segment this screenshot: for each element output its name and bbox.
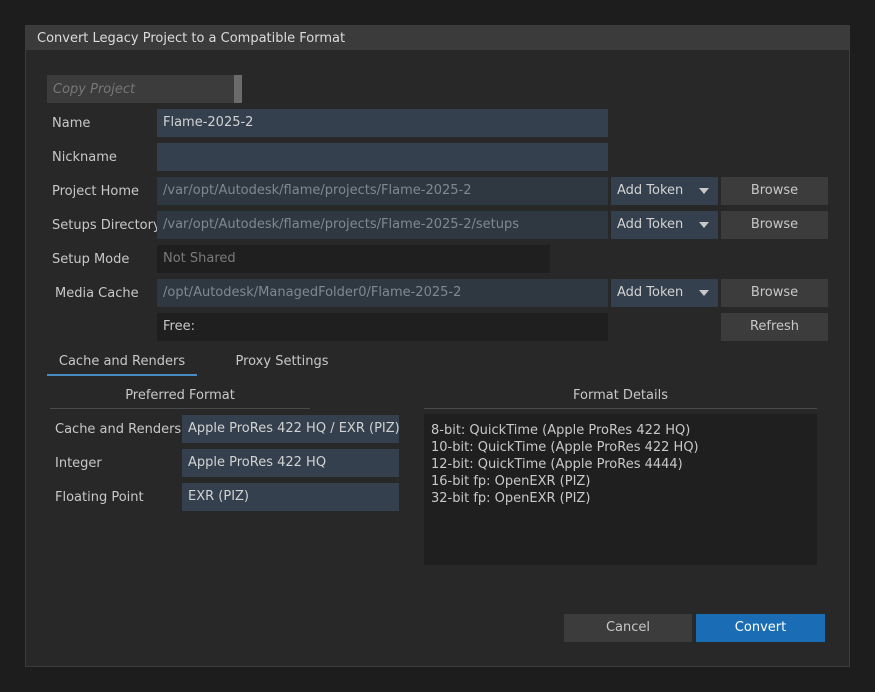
format-detail-line: 32-bit fp: OpenEXR (PIZ): [431, 491, 591, 506]
dropdown-handle[interactable]: [234, 75, 242, 103]
setup-mode-field[interactable]: Not Shared: [157, 245, 550, 273]
free-space-field: Free:: [157, 313, 608, 341]
format-details-heading: Format Details: [572, 388, 668, 403]
floating-point-format-field[interactable]: EXR (PIZ): [182, 483, 399, 511]
setups-directory-label: Setups Directory: [52, 218, 161, 233]
add-token-label: Add Token: [617, 217, 684, 232]
copy-project-dropdown[interactable]: Copy Project: [47, 75, 242, 103]
copy-project-placeholder: Copy Project: [53, 82, 136, 97]
cancel-button[interactable]: Cancel: [564, 614, 692, 642]
project-home-browse-button[interactable]: Browse: [721, 177, 828, 205]
integer-format-field[interactable]: Apple ProRes 422 HQ: [182, 449, 399, 477]
project-home-field[interactable]: /var/opt/Autodesk/flame/projects/Flame-2…: [157, 177, 608, 205]
setups-directory-browse-button[interactable]: Browse: [721, 211, 828, 239]
format-detail-line: 8-bit: QuickTime (Apple ProRes 422 HQ): [431, 423, 691, 438]
setups-directory-field[interactable]: /var/opt/Autodesk/flame/projects/Flame-2…: [157, 211, 608, 239]
format-details-divider: [424, 408, 817, 409]
setups-directory-add-token-dropdown[interactable]: Add Token: [611, 211, 718, 239]
name-field[interactable]: Flame-2025-2: [157, 109, 608, 137]
setup-mode-label: Setup Mode: [52, 252, 130, 267]
tab-proxy-settings[interactable]: Proxy Settings: [207, 349, 357, 375]
active-tab-indicator: [47, 374, 197, 376]
add-token-label: Add Token: [617, 285, 684, 300]
media-cache-browse-button[interactable]: Browse: [721, 279, 828, 307]
free-space-label: Free:: [163, 319, 195, 334]
dialog-title: Convert Legacy Project to a Compatible F…: [37, 31, 346, 46]
nickname-field[interactable]: [157, 143, 608, 171]
name-label: Name: [52, 116, 91, 131]
project-home-add-token-dropdown[interactable]: Add Token: [611, 177, 718, 205]
dialog-title-bar: Convert Legacy Project to a Compatible F…: [26, 26, 849, 50]
refresh-button[interactable]: Refresh: [721, 313, 828, 341]
cache-renders-format-field[interactable]: Apple ProRes 422 HQ / EXR (PIZ): [182, 415, 399, 443]
chevron-down-icon: [699, 290, 709, 296]
media-cache-label: Media Cache: [55, 286, 139, 301]
preferred-format-divider: [50, 408, 310, 409]
add-token-label: Add Token: [617, 183, 684, 198]
media-cache-add-token-dropdown[interactable]: Add Token: [611, 279, 718, 307]
cache-renders-format-label: Cache and Renders: [55, 422, 182, 437]
tab-cache-and-renders[interactable]: Cache and Renders: [47, 349, 197, 375]
project-home-label: Project Home: [52, 184, 140, 199]
floating-point-format-label: Floating Point: [55, 490, 144, 505]
format-detail-line: 16-bit fp: OpenEXR (PIZ): [431, 474, 591, 489]
format-detail-line: 10-bit: QuickTime (Apple ProRes 422 HQ): [431, 440, 699, 455]
chevron-down-icon: [699, 188, 709, 194]
nickname-label: Nickname: [52, 150, 117, 165]
convert-button[interactable]: Convert: [696, 614, 825, 642]
chevron-down-icon: [699, 222, 709, 228]
format-details-box: 8-bit: QuickTime (Apple ProRes 422 HQ) 1…: [424, 414, 817, 565]
preferred-format-heading: Preferred Format: [125, 388, 235, 403]
integer-format-label: Integer: [55, 456, 102, 471]
media-cache-field[interactable]: /opt/Autodesk/ManagedFolder0/Flame-2025-…: [157, 279, 608, 307]
format-detail-line: 12-bit: QuickTime (Apple ProRes 4444): [431, 457, 683, 472]
